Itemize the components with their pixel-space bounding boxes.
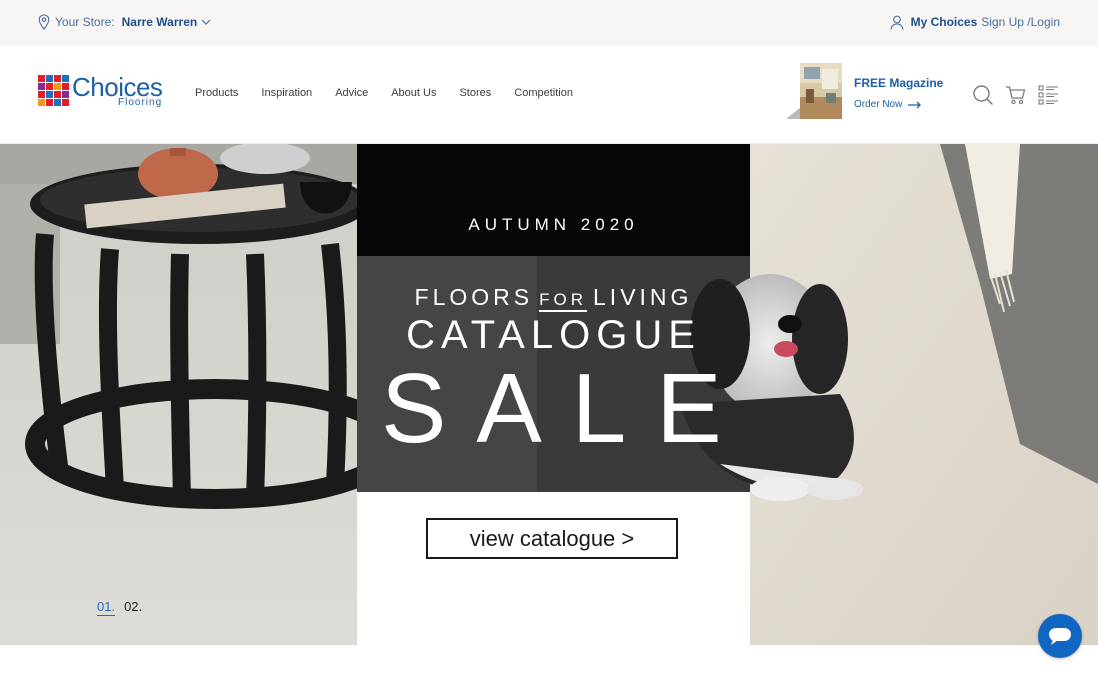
- tagline-floors: FLOORS: [414, 284, 534, 310]
- nav-item-stores[interactable]: Stores: [459, 87, 491, 99]
- header-actions: [972, 84, 1071, 106]
- logo-tile: [62, 75, 69, 82]
- free-magazine-promo[interactable]: FREE Magazine Order Now: [786, 63, 946, 123]
- tagline-for: FOR: [539, 290, 588, 312]
- logo-tile: [54, 83, 61, 90]
- nav-item-inspiration[interactable]: Inspiration: [261, 87, 312, 99]
- magazine-cover-thumbnail[interactable]: [786, 63, 843, 120]
- signup-login-link[interactable]: Sign Up /Login: [981, 15, 1060, 29]
- chat-icon: [1049, 628, 1071, 645]
- logo-tile: [38, 91, 45, 98]
- hero-catalogue-text: CATALOGUE: [406, 313, 701, 357]
- hero-cta-panel: view catalogue >: [357, 492, 750, 645]
- logo-tile: [62, 99, 69, 106]
- logo-tile: [38, 83, 45, 90]
- hero-tagline: FLOORS FOR LIVING: [357, 284, 750, 312]
- logo-tile: [62, 91, 69, 98]
- slide-indicator-1[interactable]: 01.: [97, 599, 116, 616]
- logo-tile: [54, 75, 61, 82]
- hero-sale-text: SALE: [381, 353, 752, 463]
- hero-banner[interactable]: AUTUMN 2020 FLOORS FOR LIVING CATALOGUE SA…: [0, 144, 1098, 645]
- nav-item-advice[interactable]: Advice: [335, 87, 368, 99]
- chevron-down-icon[interactable]: [201, 18, 211, 26]
- magazine-title[interactable]: FREE Magazine: [854, 76, 943, 90]
- tagline-living: LIVING: [593, 284, 693, 310]
- view-catalogue-button[interactable]: view catalogue >: [426, 518, 678, 559]
- slide-pagination: 01. 02.: [97, 599, 142, 616]
- nav-item-products[interactable]: Products: [195, 87, 238, 99]
- user-icon[interactable]: [890, 15, 904, 30]
- store-selector[interactable]: Your Store: Narre Warren: [38, 13, 211, 31]
- location-pin-icon: [38, 14, 50, 30]
- cart-icon[interactable]: [1005, 84, 1027, 106]
- choices-flooring-logo[interactable]: Choices Flooring: [38, 72, 168, 114]
- chat-button[interactable]: [1038, 614, 1082, 658]
- order-now-link[interactable]: Order Now: [854, 99, 922, 110]
- arrow-right-icon: [908, 101, 922, 108]
- list-icon[interactable]: [1038, 84, 1060, 106]
- logo-tile: [62, 83, 69, 90]
- order-now-label: Order Now: [854, 99, 903, 110]
- hero-season-panel: AUTUMN 2020: [357, 144, 750, 256]
- slide-indicator-2[interactable]: 02.: [124, 599, 142, 616]
- logo-tile: [46, 75, 53, 82]
- hero-headline: FLOORS FOR LIVING CATALOGUE SALE: [357, 284, 752, 463]
- hero-season-text: AUTUMN 2020: [468, 215, 639, 234]
- main-header: Choices Flooring Products Inspiration Ad…: [0, 46, 1098, 144]
- store-name[interactable]: Narre Warren: [122, 15, 198, 29]
- search-icon[interactable]: [972, 84, 994, 106]
- nav-item-competition[interactable]: Competition: [514, 87, 573, 99]
- logo-tiles: [38, 75, 69, 106]
- logo-tile: [38, 75, 45, 82]
- logo-tile: [46, 91, 53, 98]
- logo-tile: [54, 91, 61, 98]
- account-links: My Choices Sign Up /Login: [890, 13, 1060, 31]
- logo-tile: [46, 99, 53, 106]
- logo-subtitle: Flooring: [118, 97, 163, 108]
- logo-tile: [38, 99, 45, 106]
- main-nav: Products Inspiration Advice About Us Sto…: [195, 87, 596, 99]
- logo-tile: [54, 99, 61, 106]
- store-label: Your Store:: [55, 15, 115, 29]
- nav-item-about-us[interactable]: About Us: [391, 87, 436, 99]
- logo-tile: [46, 83, 53, 90]
- utility-bar: Your Store: Narre Warren My Choices Sign…: [0, 0, 1098, 46]
- my-choices-link[interactable]: My Choices: [911, 15, 978, 29]
